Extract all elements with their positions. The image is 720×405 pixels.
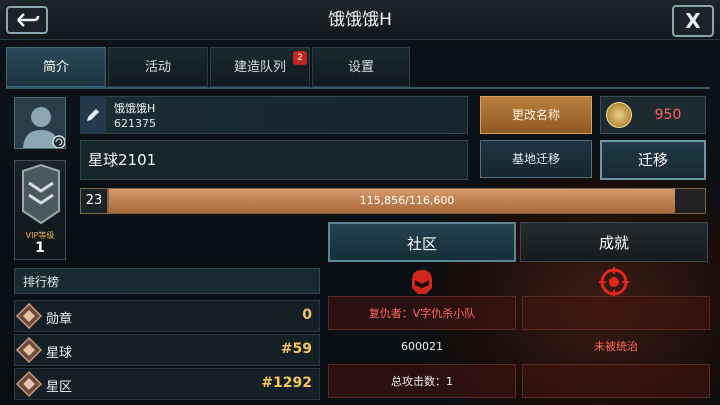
ranking-heading: 排行榜 (14, 268, 320, 294)
ranking-value: 0 (302, 307, 312, 323)
pencil-icon (87, 109, 99, 121)
back-arrow-icon (17, 13, 40, 27)
tab-label: 简介 (42, 60, 69, 75)
target-icon (599, 267, 629, 297)
tab-settings[interactable]: 设置 (312, 47, 410, 87)
status-empty-cell (522, 296, 710, 330)
tab-build-queue[interactable]: 建造队列 2 (210, 47, 310, 87)
ranking-value: #1292 (261, 375, 312, 391)
domination-status: 未被统治 (594, 340, 638, 353)
tab-label: 建造队列 (233, 60, 286, 75)
edit-name-button[interactable] (80, 96, 106, 134)
ranking-value: #59 (280, 341, 312, 357)
coin-value: 950 (654, 107, 682, 123)
rename-button[interactable]: 更改名称 (480, 96, 592, 134)
status-empty-cell (522, 364, 710, 398)
back-button[interactable] (6, 6, 48, 34)
tab-divider (6, 87, 710, 89)
ranking-label: 星区 (46, 380, 73, 395)
avatar-silhouette-icon (15, 98, 65, 148)
tab-label: 设置 (347, 60, 374, 75)
ranking-label: 星球 (46, 346, 73, 361)
tab-label: 活动 (144, 60, 171, 75)
medal-rank-icon (15, 302, 43, 330)
vip-level: 1 (35, 240, 45, 256)
player-id: 621375 (114, 117, 156, 130)
tab-profile[interactable]: 简介 (6, 47, 106, 87)
sector-rank-icon (15, 370, 43, 398)
exp-text: 115,856/116,600 (359, 194, 455, 207)
alliance-name[interactable]: 复仇者：V字仇杀小队 (328, 296, 516, 330)
alliance-id: 600021 (401, 340, 443, 353)
page-title: 饿饿饿H (328, 10, 392, 30)
planet-rank-icon (15, 336, 43, 364)
achievement-button[interactable]: 成就 (520, 222, 708, 262)
relocate-base-button[interactable]: 基地迁移 (480, 140, 592, 178)
notification-badge: 2 (293, 51, 307, 65)
tab-events[interactable]: 活动 (108, 47, 208, 87)
alliance-helmet-icon (412, 270, 432, 294)
migrate-button[interactable]: 迁移 (600, 140, 706, 180)
community-button[interactable]: 社区 (328, 222, 516, 262)
ranking-label: 勋章 (46, 312, 73, 327)
avatar[interactable] (14, 97, 66, 149)
player-level: 23 (80, 188, 108, 214)
close-button[interactable]: X (672, 5, 714, 37)
coin-icon (606, 102, 632, 128)
player-name: 饿饿饿H (114, 102, 156, 115)
total-attacks: 总攻击数：1 (328, 364, 516, 398)
planet-name: 星球2101 (88, 151, 157, 169)
vip-shield-icon (22, 163, 60, 225)
